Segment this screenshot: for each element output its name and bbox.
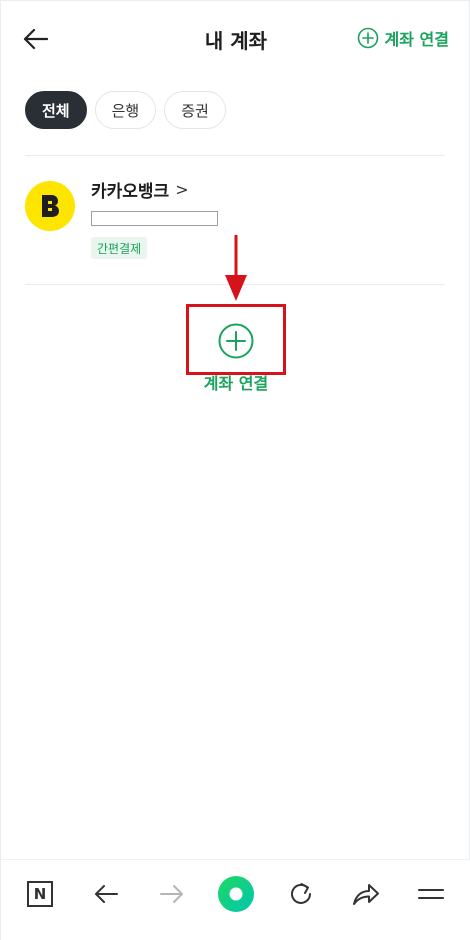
naver-home-button[interactable]: N <box>20 874 60 914</box>
kakaobank-b-icon <box>42 195 59 217</box>
arrow-right-icon <box>160 885 183 903</box>
chevron-right-icon: > <box>175 180 189 199</box>
green-dot-button[interactable] <box>216 874 256 914</box>
reload-button[interactable] <box>281 874 321 914</box>
browser-bottom-bar: N <box>1 859 470 940</box>
tab-securities[interactable]: 증권 <box>164 91 226 129</box>
share-icon <box>353 884 379 905</box>
hamburger-menu-icon <box>418 889 444 899</box>
back-button[interactable] <box>19 23 51 55</box>
bank-name: 카카오뱅크 > <box>91 177 189 202</box>
arrow-left-icon <box>23 28 48 50</box>
share-button[interactable] <box>346 874 386 914</box>
tab-all[interactable]: 전체 <box>25 91 87 129</box>
green-dot-icon <box>218 876 254 912</box>
menu-button[interactable] <box>411 874 451 914</box>
easy-pay-badge: 간편결제 <box>91 237 148 259</box>
bank-name-label: 카카오뱅크 <box>91 182 170 202</box>
annotation-highlight-box <box>186 304 286 375</box>
reload-icon <box>291 883 311 904</box>
masked-account-number <box>91 211 218 226</box>
connect-account-link-label: 계좌 연결 <box>384 30 449 49</box>
arrow-left-icon <box>95 885 118 903</box>
plus-circle-icon <box>357 27 378 49</box>
nav-forward-button[interactable] <box>152 874 192 914</box>
kakaobank-logo <box>25 181 75 231</box>
app-frame: 내 계좌 계좌 연결 전체 은행 증권 카카오뱅크 > 간편결제 계좌 연결 N <box>0 0 470 940</box>
naver-n-icon: N <box>27 881 53 907</box>
tab-bank[interactable]: 은행 <box>94 91 157 129</box>
annotation-arrow-down-icon <box>225 235 247 301</box>
divider <box>25 155 445 156</box>
nav-back-button[interactable] <box>86 874 126 914</box>
filter-tabs: 전체 은행 증권 <box>25 91 226 129</box>
header: 내 계좌 계좌 연결 <box>1 1 470 77</box>
naver-n-label: N <box>33 885 47 903</box>
connect-account-link[interactable]: 계좌 연결 <box>357 25 449 51</box>
